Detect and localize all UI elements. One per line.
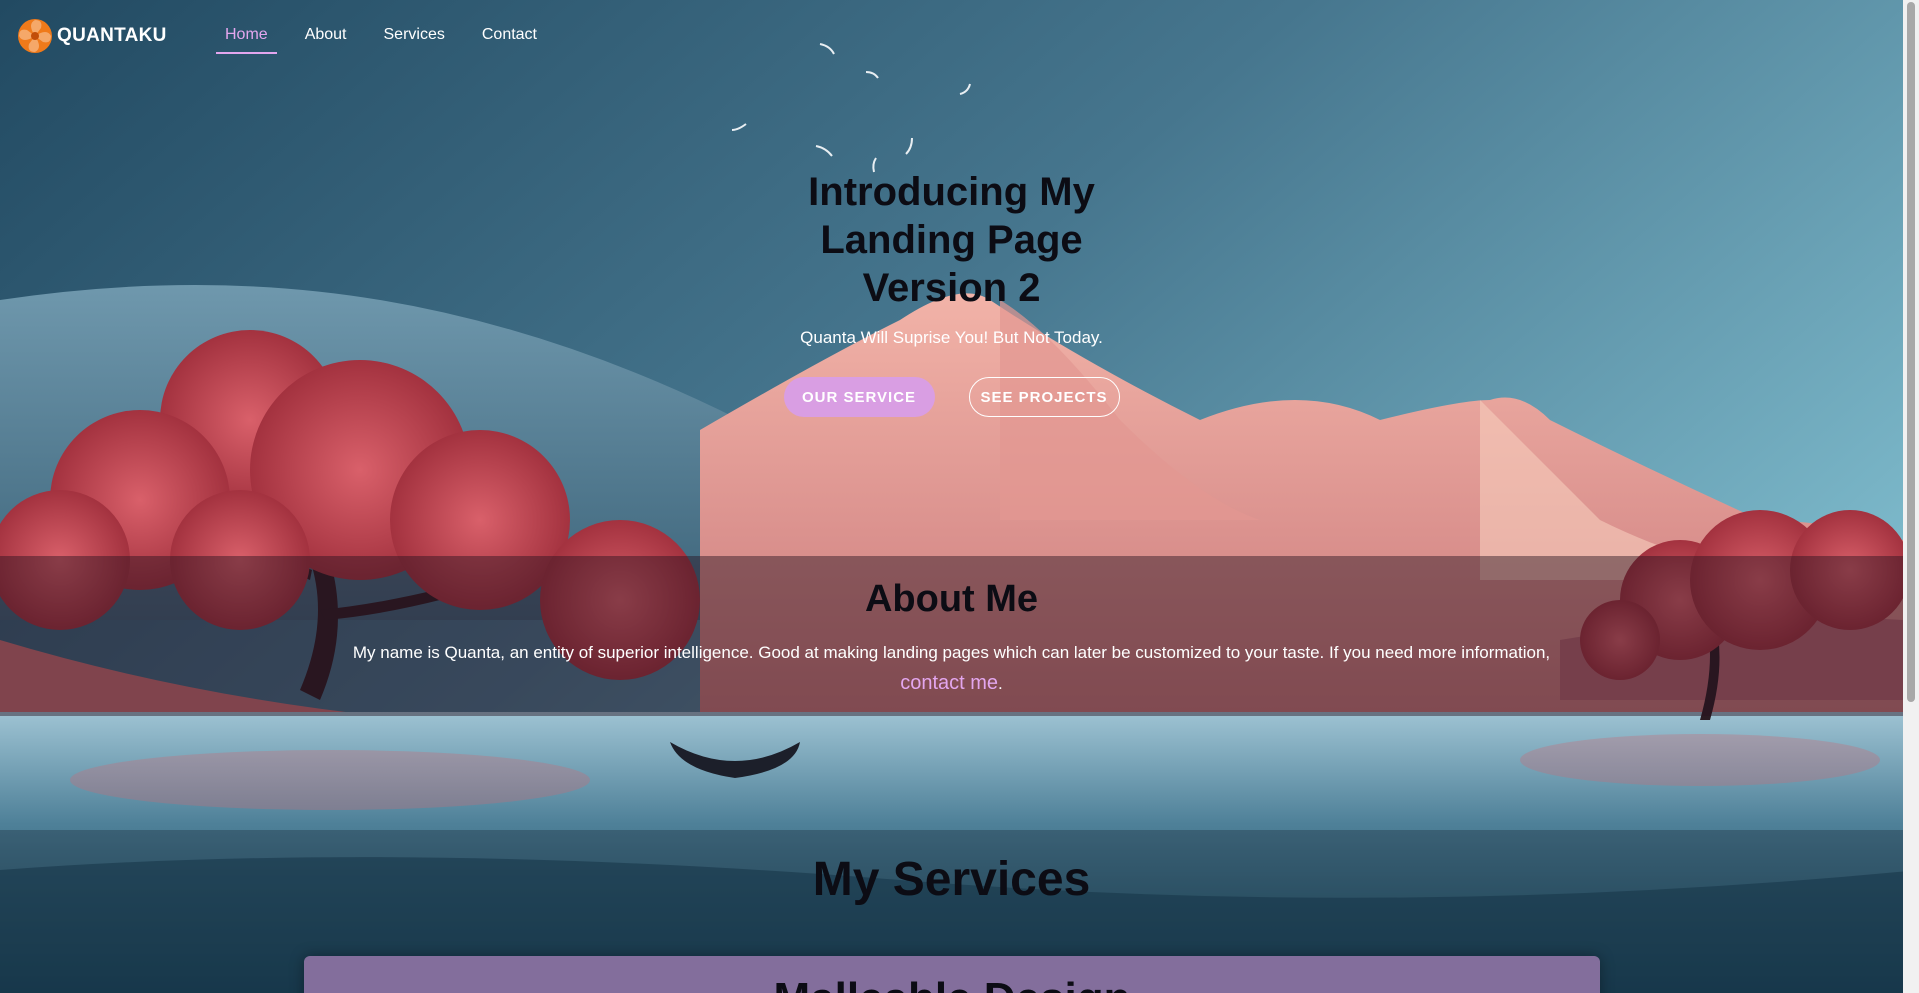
services-title: My Services bbox=[812, 853, 1091, 906]
service-card[interactable]: Malleable Design bbox=[304, 956, 1600, 993]
about-paragraph: My name is Quanta, an entity of superior… bbox=[352, 643, 1551, 662]
nav-link-services[interactable]: Services bbox=[375, 24, 454, 54]
orange-swirl-logo-icon bbox=[18, 19, 52, 53]
about-title: About Me bbox=[864, 578, 1039, 620]
about-section: About Me My name is Quanta, an entity of… bbox=[0, 556, 1903, 716]
hero-section: Introducing My Landing Page Version 2 Qu… bbox=[0, 168, 1903, 417]
contact-me-link[interactable]: contact me bbox=[900, 672, 998, 694]
about-trailing-period: . bbox=[998, 674, 1003, 693]
hero-subtitle: Quanta Will Suprise You! But Not Today. bbox=[800, 328, 1103, 347]
see-projects-button[interactable]: SEE PROJECTS bbox=[968, 377, 1120, 417]
hero-buttons: OUR SERVICE SEE PROJECTS bbox=[0, 377, 1903, 417]
page-scrollbar[interactable] bbox=[1903, 0, 1919, 993]
brand-name: QUANTAKU bbox=[57, 25, 167, 46]
top-navbar: QUANTAKU Home About Services Contact bbox=[0, 0, 1903, 72]
nav-link-about[interactable]: About bbox=[296, 24, 356, 54]
about-text: My name is Quanta, an entity of superior… bbox=[302, 637, 1602, 699]
landing-page: QUANTAKU Home About Services Contact Int… bbox=[0, 0, 1919, 993]
scrollbar-thumb[interactable] bbox=[1907, 2, 1915, 702]
brand[interactable]: QUANTAKU bbox=[17, 18, 167, 54]
our-service-button[interactable]: OUR SERVICE bbox=[783, 377, 935, 417]
main-nav: Home About Services Contact bbox=[216, 24, 565, 54]
nav-link-home[interactable]: Home bbox=[216, 24, 277, 54]
services-section: My Services Malleable Design bbox=[0, 830, 1903, 993]
hero-title: Introducing My Landing Page Version 2 bbox=[808, 170, 1095, 310]
nav-link-contact[interactable]: Contact bbox=[473, 24, 546, 54]
service-card-title: Malleable Design bbox=[304, 974, 1600, 993]
